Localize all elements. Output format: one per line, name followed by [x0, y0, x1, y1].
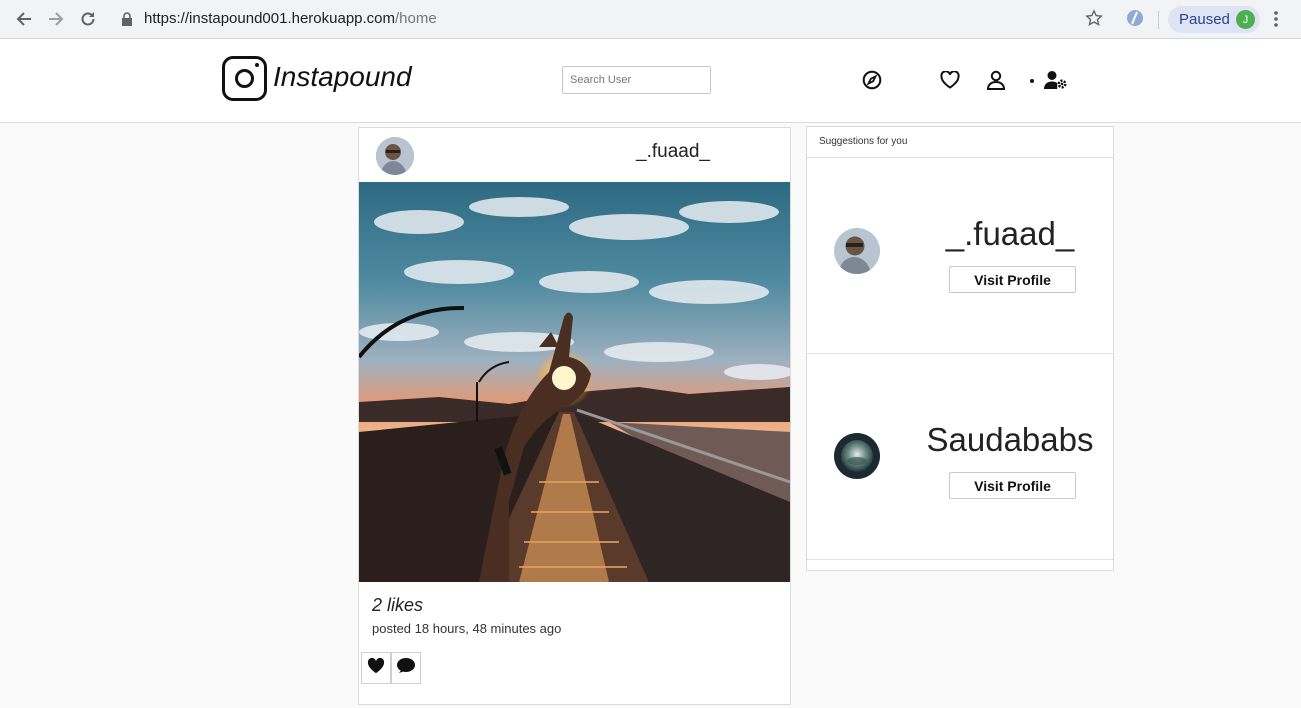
browser-toolbar: https://instapound001.herokuapp.com/home…	[0, 0, 1301, 39]
post-username[interactable]: _.fuaad_	[636, 141, 710, 163]
comment-button[interactable]	[391, 652, 421, 684]
post-timestamp: posted 18 hours, 48 minutes ago	[372, 621, 562, 636]
explore-compass-icon[interactable]	[861, 69, 883, 91]
suggestion-username[interactable]: Saudababs	[915, 421, 1105, 459]
visit-profile-button[interactable]: Visit Profile	[949, 266, 1076, 293]
nav-dot	[1030, 79, 1034, 83]
bookmark-star-icon[interactable]	[1085, 9, 1103, 32]
suggestion-avatar[interactable]	[834, 433, 880, 479]
suggestions-panel: Suggestions for you _.fuaad_ Visit Profi…	[806, 126, 1114, 571]
url-path: /home	[395, 10, 437, 27]
profile-user-icon[interactable]	[985, 69, 1007, 91]
user-settings-icon[interactable]	[1043, 69, 1069, 91]
likes-count[interactable]: 2 likes	[372, 595, 423, 616]
extension-icon[interactable]	[1126, 9, 1144, 32]
heart-icon	[367, 657, 385, 679]
post-photo	[359, 182, 790, 582]
suggestion-username[interactable]: _.fuaad_	[915, 215, 1105, 253]
lock-icon[interactable]	[121, 12, 133, 31]
instagram-logo-icon[interactable]	[222, 56, 267, 101]
divider	[807, 157, 1113, 158]
toolbar-separator	[1158, 11, 1159, 29]
post-card: _.fuaad_ 2 likes posted 18 hours, 48 min…	[358, 127, 791, 705]
profile-status: Paused	[1179, 11, 1230, 28]
profile-avatar: J	[1236, 10, 1255, 29]
address-bar[interactable]: https://instapound001.herokuapp.com/home	[144, 10, 437, 27]
activity-heart-icon[interactable]	[939, 69, 961, 91]
back-icon[interactable]	[13, 8, 35, 30]
app-header: Instapound	[0, 39, 1301, 123]
visit-profile-button[interactable]: Visit Profile	[949, 472, 1076, 499]
profile-button[interactable]: Paused J	[1168, 6, 1260, 33]
divider	[807, 559, 1113, 560]
url-base: https://instapound001.herokuapp.com	[144, 10, 396, 27]
post-author-avatar[interactable]	[376, 137, 414, 175]
reload-icon[interactable]	[77, 8, 99, 30]
comment-bubble-icon	[396, 657, 416, 680]
suggestion-avatar[interactable]	[834, 228, 880, 274]
like-button[interactable]	[361, 652, 391, 684]
menu-kebab-icon[interactable]	[1273, 9, 1279, 34]
search-user-input[interactable]	[562, 66, 711, 94]
app-logo-text[interactable]: Instapound	[273, 61, 412, 93]
divider	[807, 353, 1113, 354]
suggestions-title: Suggestions for you	[819, 136, 908, 147]
forward-icon[interactable]	[45, 8, 67, 30]
